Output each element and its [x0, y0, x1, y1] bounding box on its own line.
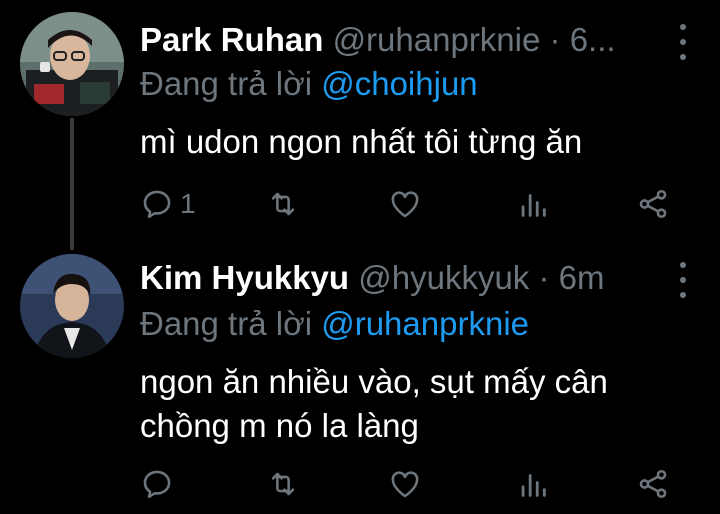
share-icon	[639, 189, 667, 219]
analytics-button[interactable]	[516, 464, 550, 504]
tweet-text: ngon ăn nhiều vào, sụt mấy cân chồng m n…	[140, 360, 690, 448]
action-bar: 1	[140, 184, 680, 224]
reply-prefix: Đang trả lời	[140, 305, 313, 342]
tweet-text-line: chồng m nó la làng	[140, 407, 419, 444]
retweet-icon	[271, 472, 295, 496]
retweet-button[interactable]	[266, 184, 300, 224]
reply-icon	[143, 470, 171, 499]
share-icon	[639, 469, 667, 499]
stats-icon	[521, 194, 546, 217]
user-handle[interactable]: @ruhanprknie	[333, 21, 541, 58]
reply-context: Đang trả lời @ruhanprknie	[140, 302, 529, 346]
analytics-button[interactable]	[516, 184, 550, 224]
timestamp[interactable]: 6...	[570, 21, 616, 58]
reply-button[interactable]: 1	[140, 184, 196, 224]
separator: ·	[538, 259, 550, 296]
mention-link[interactable]: @ruhanprknie	[321, 305, 529, 342]
reply-button[interactable]	[140, 464, 180, 504]
tweet[interactable]: Kim Hyukkyu @hyukkyuk · 6m Đang trả lời …	[0, 240, 720, 514]
reply-icon	[143, 190, 171, 219]
action-bar	[140, 464, 680, 504]
tweet[interactable]: Park Ruhan @ruhanprknie · 6... Đang trả …	[0, 0, 720, 250]
separator: ·	[549, 21, 561, 58]
display-name[interactable]: Park Ruhan	[140, 21, 323, 58]
reply-count: 1	[180, 188, 196, 219]
retweet-button[interactable]	[266, 464, 300, 504]
like-button[interactable]	[388, 464, 422, 504]
thread-line	[70, 118, 74, 250]
like-icon	[391, 191, 419, 218]
display-name[interactable]: Kim Hyukkyu	[140, 259, 349, 296]
stats-icon	[521, 474, 546, 497]
reply-context: Đang trả lời @choihjun	[140, 62, 478, 106]
tweet-header: Park Ruhan @ruhanprknie · 6...	[140, 18, 668, 62]
more-icon[interactable]	[676, 262, 690, 298]
like-icon	[391, 471, 419, 498]
user-handle[interactable]: @hyukkyuk	[358, 259, 529, 296]
timestamp[interactable]: 6m	[559, 259, 605, 296]
tweet-text: mì udon ngon nhất tôi từng ăn	[140, 123, 583, 160]
reply-prefix: Đang trả lời	[140, 65, 313, 102]
more-icon[interactable]	[676, 24, 690, 60]
share-button[interactable]	[636, 464, 670, 504]
tweet-text-line: ngon ăn nhiều vào, sụt mấy cân	[140, 363, 608, 400]
avatar[interactable]	[20, 12, 124, 116]
tweet-header: Kim Hyukkyu @hyukkyuk · 6m	[140, 256, 668, 300]
like-button[interactable]	[388, 184, 422, 224]
avatar[interactable]	[20, 254, 124, 358]
share-button[interactable]	[636, 184, 670, 224]
retweet-icon	[271, 192, 295, 216]
mention-link[interactable]: @choihjun	[321, 65, 477, 102]
